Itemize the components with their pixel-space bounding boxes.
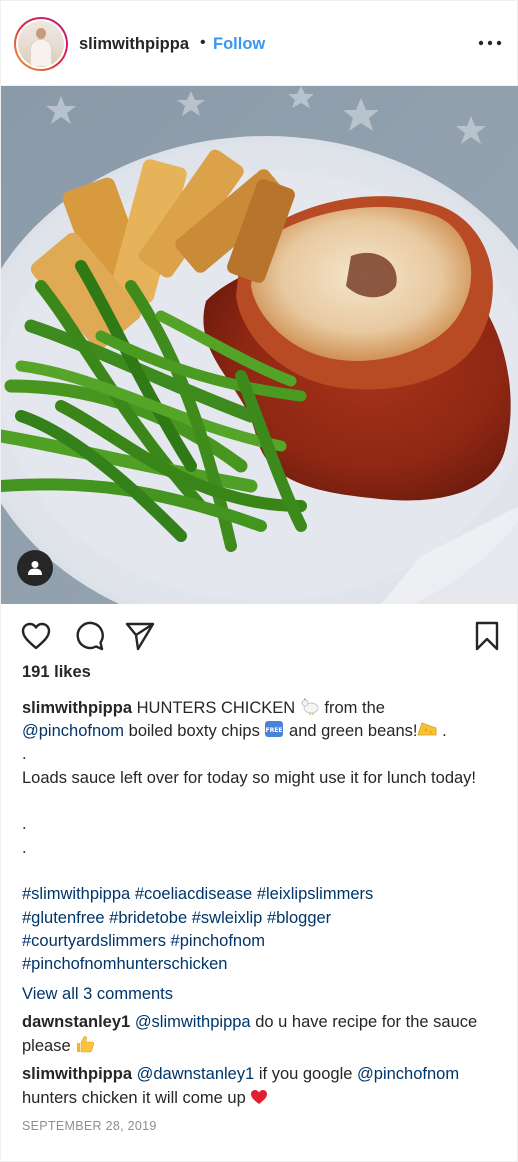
post-frame: slimwithpippa • Follow 191 likes slimwit… bbox=[0, 0, 518, 1162]
post-photo[interactable] bbox=[1, 86, 518, 604]
avatar[interactable] bbox=[14, 17, 68, 71]
hashtag[interactable]: #pinchofnomhunterschicken bbox=[22, 955, 227, 973]
hashtag[interactable]: #bridetobe bbox=[109, 909, 187, 927]
comment-mention[interactable]: @dawnstanley1 bbox=[137, 1065, 255, 1083]
caption-text-2: boiled boxty chips bbox=[128, 722, 260, 740]
caption-username[interactable]: slimwithpippa bbox=[22, 699, 132, 717]
caption-dot-3: . bbox=[22, 839, 27, 857]
caption-text-2c: . bbox=[442, 722, 447, 740]
caption-text-2b: and green beans! bbox=[289, 722, 418, 740]
post-username[interactable]: slimwithpippa bbox=[79, 35, 189, 54]
send-icon[interactable] bbox=[124, 620, 156, 652]
caption-line-2: @pinchofnom boiled boxty chips FREE and … bbox=[22, 720, 498, 744]
hashtag[interactable]: #swleixlip bbox=[192, 909, 263, 927]
free-emoji-icon: FREE bbox=[265, 721, 284, 737]
svg-text:FREE: FREE bbox=[266, 727, 283, 734]
cheese-emoji-icon bbox=[417, 722, 437, 736]
separator-dot: • bbox=[200, 34, 206, 51]
action-bar bbox=[1, 604, 518, 664]
comment-mention[interactable]: @pinchofnom bbox=[357, 1065, 459, 1083]
caption-mention[interactable]: @pinchofnom bbox=[22, 722, 124, 740]
follow-button[interactable]: Follow bbox=[213, 35, 265, 54]
comment-mention[interactable]: @slimwithpippa bbox=[135, 1013, 251, 1031]
comment-username[interactable]: dawnstanley1 bbox=[22, 1013, 130, 1031]
comment-username[interactable]: slimwithpippa bbox=[22, 1065, 132, 1083]
more-options-icon[interactable] bbox=[477, 35, 503, 51]
hashtags-line-4: #pinchofnomhunterschicken bbox=[22, 953, 498, 977]
hashtag[interactable]: #pinchofnom bbox=[171, 932, 265, 950]
comment-text: if you google bbox=[258, 1065, 353, 1083]
hashtags-line-1: #slimwithpippa #coeliacdisease #leixlips… bbox=[22, 883, 498, 907]
caption-paragraph: Loads sauce left over for today so might… bbox=[22, 769, 476, 787]
hashtags-line-3: #courtyardslimmers #pinchofnom bbox=[22, 930, 498, 954]
hashtag[interactable]: #blogger bbox=[267, 909, 331, 927]
caption-text-1: HUNTERS CHICKEN bbox=[136, 699, 296, 717]
caption-line-1: slimwithpippa HUNTERS CHICKEN from the bbox=[22, 697, 498, 721]
comment-icon[interactable] bbox=[73, 620, 105, 652]
hashtag[interactable]: #coeliacdisease bbox=[135, 885, 252, 903]
hashtag[interactable]: #leixlipslimmers bbox=[257, 885, 373, 903]
caption-dot-1: . bbox=[22, 745, 27, 763]
red-heart-emoji-icon bbox=[251, 1089, 268, 1104]
hashtag[interactable]: #glutenfree bbox=[22, 909, 105, 927]
comment: slimwithpippa @dawnstanley1 if you googl… bbox=[22, 1063, 498, 1110]
likes-count[interactable]: 191 likes bbox=[22, 663, 91, 682]
caption-text-1b: from the bbox=[324, 699, 385, 717]
comment-text: hunters chicken it will come up bbox=[22, 1088, 246, 1107]
hashtag[interactable]: #courtyardslimmers bbox=[22, 932, 166, 950]
food-plate-image bbox=[1, 86, 518, 604]
caption-dot-2: . bbox=[22, 815, 27, 833]
hashtag[interactable]: #slimwithpippa bbox=[22, 885, 130, 903]
post-header: slimwithpippa • Follow bbox=[1, 1, 518, 86]
thumbs-up-emoji-icon bbox=[77, 1035, 95, 1052]
bookmark-icon[interactable] bbox=[471, 620, 503, 652]
comment: dawnstanley1 @slimwithpippa do u have re… bbox=[22, 1011, 498, 1058]
heart-icon[interactable] bbox=[20, 620, 52, 652]
user-tag-icon[interactable] bbox=[17, 550, 53, 586]
post-date[interactable]: SEPTEMBER 28, 2019 bbox=[22, 1119, 157, 1133]
chicken-emoji-icon bbox=[301, 698, 319, 715]
avatar-image bbox=[18, 21, 64, 67]
view-all-comments[interactable]: View all 3 comments bbox=[22, 983, 498, 1007]
hashtags-line-2: #glutenfree #bridetobe #swleixlip #blogg… bbox=[22, 907, 498, 931]
